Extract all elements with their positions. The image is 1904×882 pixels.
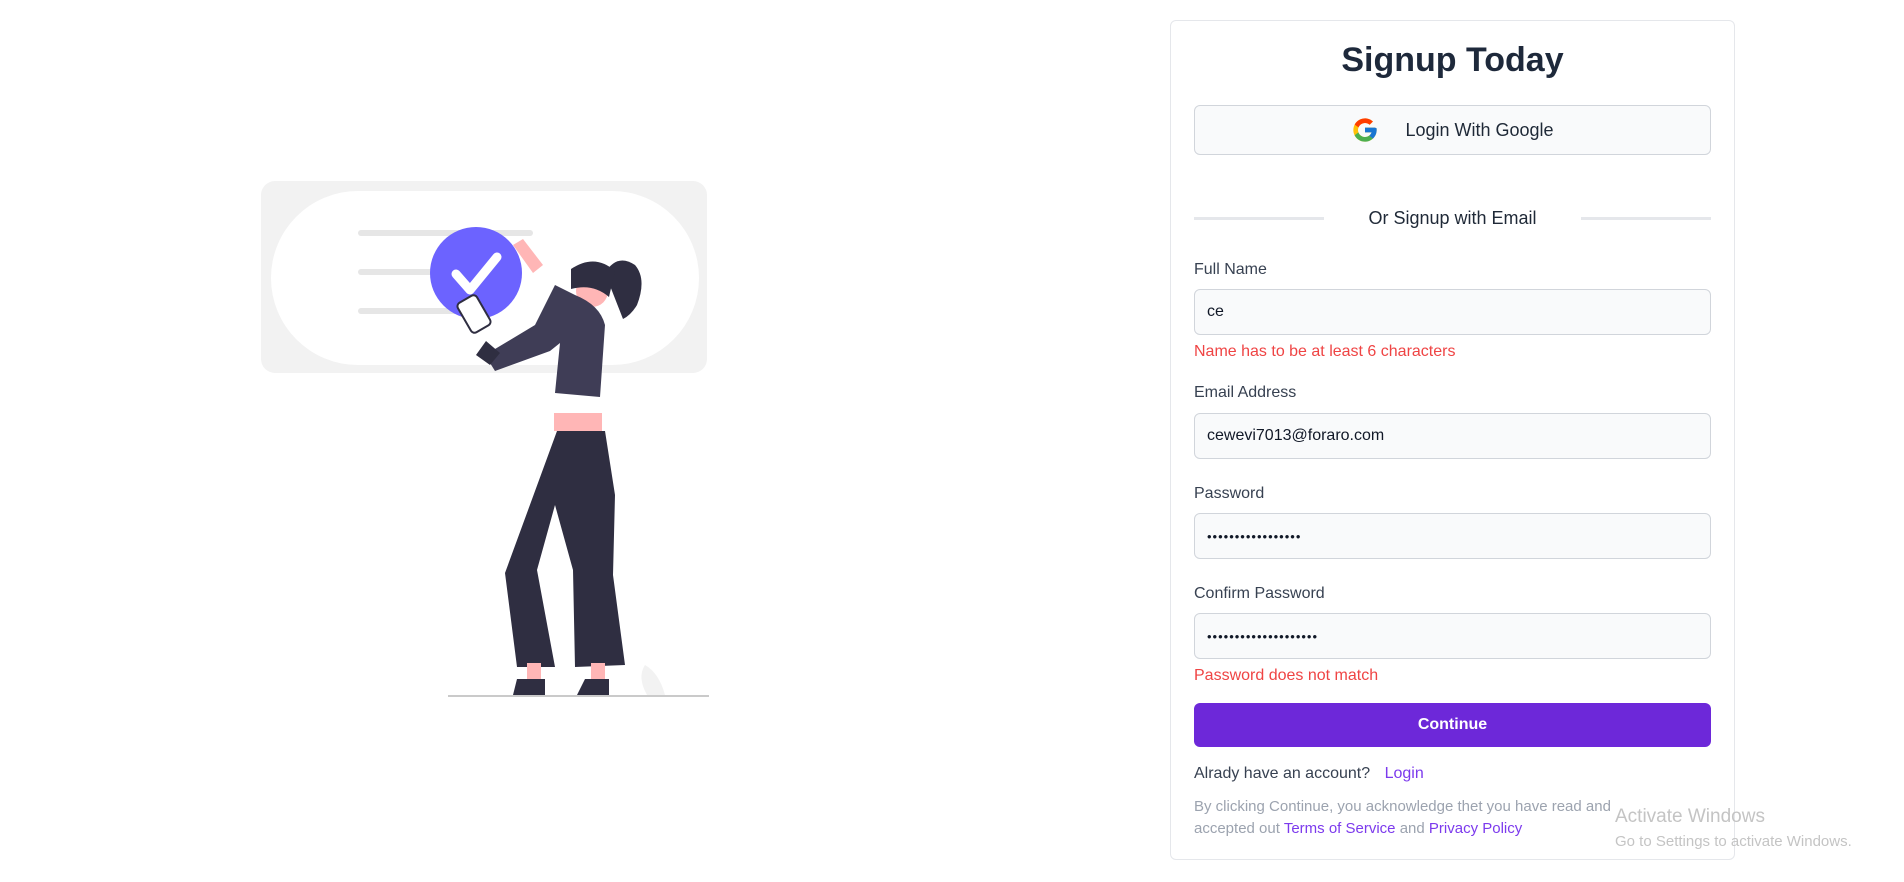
legal-text: By clicking Continue, you acknowledge th… — [1194, 796, 1671, 840]
privacy-link[interactable]: Privacy Policy — [1429, 820, 1522, 837]
watermark-subtitle: Go to Settings to activate Windows. — [1615, 833, 1852, 850]
signup-card: Signup Today Login With Google Or Signup… — [1170, 20, 1735, 860]
activate-windows-watermark: Activate Windows Go to Settings to activ… — [1615, 806, 1852, 850]
terms-link[interactable]: Terms of Service — [1284, 820, 1396, 837]
account-prompt: Alrady have an account? — [1194, 765, 1371, 782]
full-name-error: Name has to be at least 6 characters — [1194, 343, 1456, 360]
divider-line-left — [1194, 216, 1324, 220]
confirm-password-error: Password does not match — [1194, 667, 1379, 684]
full-name-label: Full Name — [1194, 261, 1267, 278]
signup-illustration — [255, 175, 715, 705]
login-link[interactable]: Login — [1385, 765, 1424, 782]
google-icon — [1353, 118, 1378, 142]
confirm-password-input[interactable]: •••••••••••••••••••• — [1194, 613, 1711, 659]
legal-and: and — [1399, 820, 1425, 837]
confirm-password-label: Confirm Password — [1194, 585, 1325, 602]
password-input[interactable]: ••••••••••••••••• — [1194, 513, 1711, 559]
email-divider: Or Signup with Email — [1194, 206, 1711, 230]
page-title: Signup Today — [1341, 41, 1564, 79]
google-login-button[interactable]: Login With Google — [1194, 105, 1711, 155]
account-prompt-row: Alrady have an account? Login — [1194, 765, 1424, 783]
password-label: Password — [1194, 485, 1265, 502]
divider-text: Or Signup with Email — [1368, 207, 1537, 228]
continue-button[interactable]: Continue — [1194, 703, 1711, 747]
divider-line-right — [1581, 216, 1711, 220]
email-label: Email Address — [1194, 384, 1297, 401]
google-login-label: Login With Google — [1405, 119, 1554, 140]
full-name-input[interactable]: ce — [1194, 289, 1711, 335]
email-input[interactable]: cewevi7013@foraro.com — [1194, 413, 1711, 459]
watermark-title: Activate Windows — [1615, 806, 1765, 827]
